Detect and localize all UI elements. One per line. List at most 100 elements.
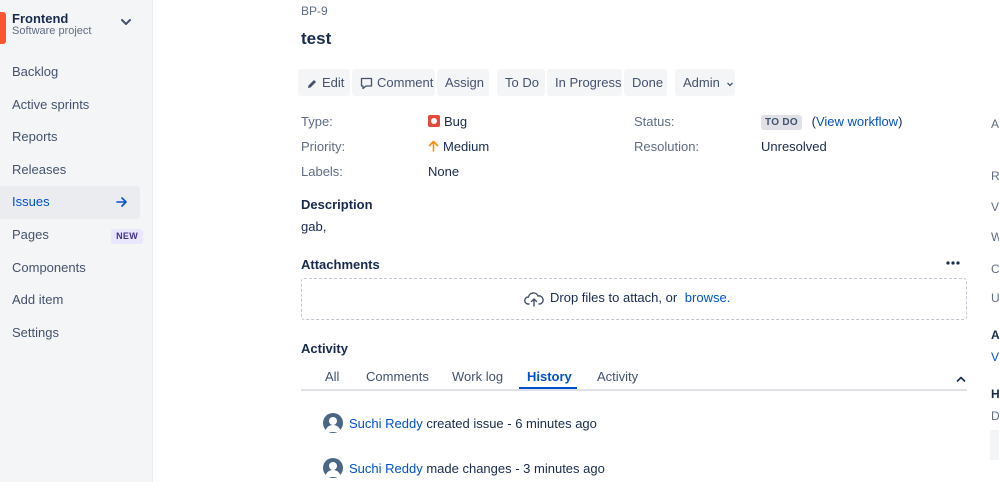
right-panel-box (990, 430, 999, 460)
sidebar-item-active-sprints[interactable]: Active sprints (0, 89, 153, 122)
done-label: Done (632, 75, 664, 90)
sidebar-item-label: Active sprints (12, 96, 90, 112)
status-label: Status: (634, 114, 675, 129)
dropzone-message: Drop files to attach, or browse. (524, 290, 730, 307)
sidebar-item-label: Settings (12, 324, 59, 340)
sidebar-item-reports[interactable]: Reports (0, 121, 153, 154)
assign-label: Assign (445, 75, 485, 90)
new-badge: NEW (111, 228, 143, 244)
priority-value-text: Medium (443, 139, 490, 154)
priority-value[interactable]: Medium (428, 139, 489, 154)
sidebar-item-label: Backlog (12, 64, 59, 79)
project-avatar-icon (0, 12, 6, 44)
assign-button[interactable]: Assign (437, 69, 489, 96)
paren-close: ) (898, 114, 903, 129)
arrow-up-icon (428, 140, 439, 152)
user-link[interactable]: Suchi Reddy (349, 416, 423, 431)
sidebar-item-pages[interactable]: Pages NEW (0, 219, 153, 252)
in-progress-label: In Progress (555, 75, 622, 90)
tab-comments[interactable]: Comments (366, 369, 429, 384)
avatar[interactable] (323, 413, 343, 433)
browse-link[interactable]: browse. (685, 290, 731, 305)
bug-icon (428, 115, 440, 127)
cloud-upload-icon (524, 291, 544, 307)
in-progress-button[interactable]: In Progress (547, 69, 622, 96)
user-link[interactable]: Suchi Reddy (349, 461, 423, 476)
status-lozenge: TO DO (761, 115, 802, 131)
resolution-label: Resolution: (634, 139, 700, 154)
issue-key[interactable]: BP-9 (301, 4, 328, 18)
admin-dropdown[interactable]: Admin (675, 69, 735, 96)
issue-title[interactable]: test (301, 29, 331, 49)
more-options-icon[interactable] (945, 255, 961, 271)
sidebar-item-issues[interactable]: Issues (0, 186, 140, 219)
right-section-heading: H (991, 387, 999, 401)
sidebar: Frontend Software project Backlog Active… (0, 0, 153, 482)
edit-button[interactable]: Edit (298, 69, 350, 96)
description-heading: Description (301, 197, 373, 212)
tab-history[interactable]: History (527, 369, 572, 384)
history-action: made changes - 3 minutes ago (426, 461, 605, 476)
attachment-dropzone[interactable]: Drop files to attach, or browse. (301, 278, 967, 320)
tab-work-log[interactable]: Work log (452, 369, 503, 384)
right-field-label: W (991, 230, 999, 244)
right-details-panel: A R V W C U A V H D (990, 0, 999, 482)
sidebar-item-label: Add item (12, 292, 64, 308)
sidebar-item-backlog[interactable]: Backlog (0, 56, 153, 89)
chevron-up-icon[interactable] (955, 373, 967, 385)
status-value: TO DO (View workflow) (761, 114, 903, 131)
sidebar-item-add-item[interactable]: Add item (0, 284, 153, 317)
priority-label: Priority: (301, 139, 346, 154)
activity-heading: Activity (301, 341, 348, 356)
sidebar-item-label: Pages (12, 226, 49, 242)
sidebar-item-label: Issues (12, 194, 50, 210)
to-do-label: To Do (505, 75, 539, 90)
to-do-button[interactable]: To Do (497, 69, 545, 96)
activity-tabs: All Comments Work log History Activity (301, 365, 967, 391)
sidebar-item-label: Components (12, 259, 86, 275)
right-link[interactable]: V (991, 350, 999, 364)
issue-view: BP-9 test Edit Comment Assign To Do In P… (153, 0, 999, 482)
view-workflow-link[interactable]: View workflow (816, 114, 898, 129)
right-field-label: U (991, 291, 999, 305)
attachments-heading: Attachments (301, 257, 380, 272)
sidebar-item-label: Reports (12, 129, 58, 145)
admin-label: Admin (683, 75, 720, 90)
labels-value[interactable]: None (428, 164, 459, 179)
sidebar-item-releases[interactable]: Releases (0, 154, 153, 187)
resolution-value: Unresolved (761, 139, 827, 154)
type-value-text: Bug (444, 114, 468, 129)
sidebar-item-settings[interactable]: Settings (0, 317, 153, 350)
arrow-right-icon (116, 197, 127, 208)
dropzone-text: Drop files to attach, or (550, 290, 678, 305)
tab-all[interactable]: All (325, 369, 339, 384)
description-text[interactable]: gab, (301, 219, 326, 234)
active-tab-indicator (519, 387, 577, 389)
done-button[interactable]: Done (624, 69, 667, 96)
right-field-label: C (991, 262, 999, 276)
right-field-label: D (991, 409, 999, 423)
sidebar-item-label: Releases (12, 161, 67, 177)
avatar[interactable] (323, 458, 343, 478)
user-icon (325, 417, 341, 432)
type-value[interactable]: Bug (428, 114, 467, 129)
labels-label: Labels: (301, 164, 343, 179)
user-icon (325, 462, 341, 477)
pencil-icon (308, 79, 316, 88)
sidebar-nav: Backlog Active sprints Reports Releases … (0, 56, 153, 349)
tab-activity[interactable]: Activity (597, 369, 638, 384)
project-header[interactable]: Frontend Software project (0, 8, 153, 44)
comment-label: Comment (377, 75, 434, 90)
edit-label: Edit (322, 75, 345, 90)
history-entry-text: Suchi Reddy created issue - 6 minutes ag… (349, 416, 597, 431)
project-name: Frontend (12, 11, 69, 26)
sidebar-item-components[interactable]: Components (0, 252, 153, 285)
chevron-down-icon[interactable] (118, 14, 134, 30)
chevron-down-icon (727, 82, 734, 86)
type-label: Type: (301, 114, 333, 129)
history-entry-text: Suchi Reddy made changes - 3 minutes ago (349, 461, 605, 476)
right-section-heading: A (991, 328, 999, 342)
history-action: created issue - 6 minutes ago (426, 416, 597, 431)
comment-button[interactable]: Comment (352, 69, 435, 96)
project-type: Software project (12, 25, 92, 37)
